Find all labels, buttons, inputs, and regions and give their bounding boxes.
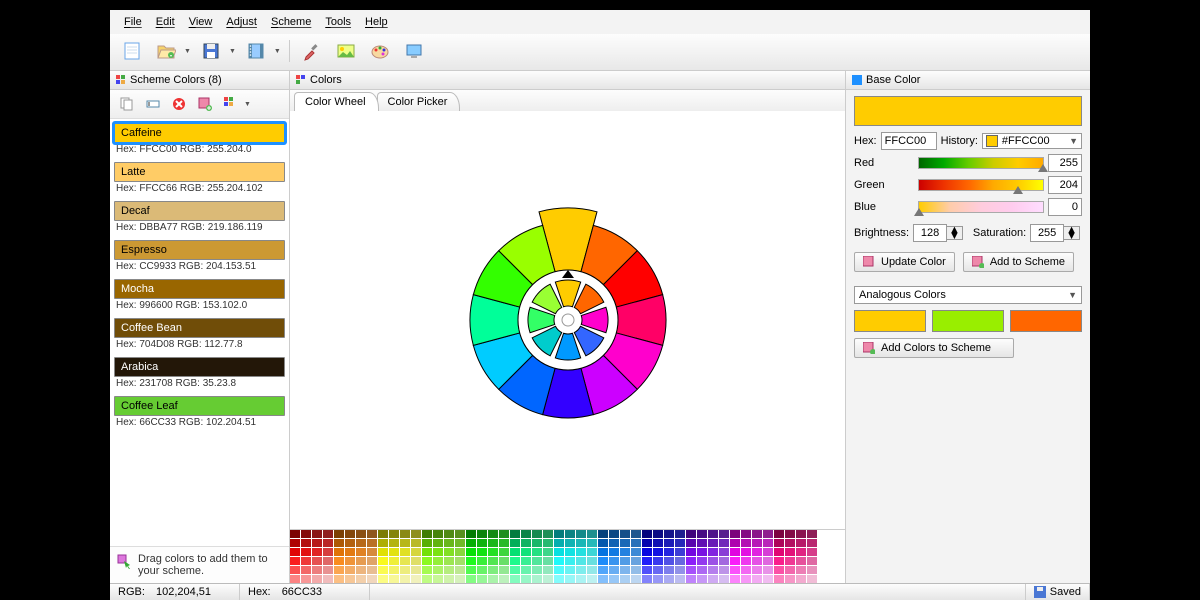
drag-icon — [116, 553, 132, 569]
open-dropdown-icon[interactable]: ▼ — [184, 48, 191, 55]
section-scheme-colors: Scheme Colors (8) — [110, 71, 290, 89]
app-window: FileEditViewAdjustSchemeToolsHelp ▼ ▼ ▼ … — [100, 0, 1100, 600]
status-saved: Saved — [1026, 584, 1090, 600]
menu-help[interactable]: Help — [359, 14, 394, 30]
drag-hint-text: Drag colors to add them to your scheme. — [138, 553, 283, 577]
status-rgb: RGB: 102,204,51 — [110, 584, 240, 600]
history-value: #FFCC00 — [1002, 135, 1050, 147]
blue-value[interactable] — [1048, 198, 1082, 216]
main-toolbar: ▼ ▼ ▼ — [110, 34, 1090, 71]
tab-color-picker[interactable]: Color Picker — [377, 92, 461, 111]
section-colors: Colors — [290, 71, 846, 89]
scheme-swatch[interactable]: DecafHex: DBBA77 RGB: 219.186.119 — [114, 201, 285, 237]
history-label: History: — [941, 135, 978, 147]
menu-tools[interactable]: Tools — [319, 14, 357, 30]
swatch-add-icon — [972, 256, 984, 268]
analogous-swatch[interactable] — [932, 310, 1004, 332]
view-mode-dropdown-icon[interactable]: ▼ — [244, 101, 251, 108]
red-label: Red — [854, 157, 914, 169]
new-file-button[interactable] — [118, 38, 146, 64]
history-select[interactable]: #FFCC00 ▼ — [982, 133, 1082, 149]
scheme-list[interactable]: CaffeineHex: FFCC00 RGB: 255.204.0LatteH… — [110, 119, 289, 546]
view-mode-button[interactable] — [220, 94, 242, 114]
section-headers: Scheme Colors (8) Colors Base Color — [110, 71, 1090, 90]
menu-adjust[interactable]: Adjust — [220, 14, 263, 30]
saturation-spinner[interactable]: ▲▼ — [1030, 224, 1080, 242]
film-button[interactable] — [242, 38, 270, 64]
scheme-toolbar: ▼ — [110, 90, 289, 119]
add-colors-to-scheme-button[interactable]: Add Colors to Scheme — [854, 338, 1014, 358]
color-palette[interactable] — [290, 529, 845, 583]
saturation-label: Saturation: — [973, 227, 1026, 239]
monitor-button[interactable] — [400, 38, 428, 64]
status-spacer — [370, 584, 1026, 600]
scheme-swatch[interactable]: MochaHex: 996600 RGB: 153.102.0 — [114, 279, 285, 315]
blue-label: Blue — [854, 201, 914, 213]
menu-bar: FileEditViewAdjustSchemeToolsHelp — [110, 10, 1090, 34]
red-value[interactable] — [1048, 154, 1082, 172]
scheme-type-select[interactable]: Analogous Colors ▼ — [854, 286, 1082, 304]
save-icon — [1034, 586, 1046, 598]
color-tabs: Color Wheel Color Picker — [290, 90, 845, 111]
colors-icon — [296, 75, 306, 85]
history-swatch-icon — [986, 135, 998, 147]
analogous-swatch[interactable] — [1010, 310, 1082, 332]
main-area: ▼ CaffeineHex: FFCC00 RGB: 255.204.0Latt… — [110, 90, 1090, 583]
color-wheel[interactable] — [290, 111, 845, 529]
scheme-swatch[interactable]: ArabicaHex: 231708 RGB: 35.23.8 — [114, 357, 285, 393]
status-hex: Hex: 66CC33 — [240, 584, 370, 600]
palette-button[interactable] — [366, 38, 394, 64]
menu-scheme[interactable]: Scheme — [265, 14, 317, 30]
film-dropdown-icon[interactable]: ▼ — [274, 48, 281, 55]
analogous-swatch[interactable] — [854, 310, 926, 332]
rename-button[interactable] — [142, 94, 164, 114]
scheme-swatch[interactable]: Coffee LeafHex: 66CC33 RGB: 102.204.51 — [114, 396, 285, 432]
hex-input[interactable] — [881, 132, 937, 150]
green-value[interactable] — [1048, 176, 1082, 194]
hex-label: Hex: — [854, 135, 877, 147]
save-dropdown-icon[interactable]: ▼ — [229, 48, 236, 55]
tab-color-wheel[interactable]: Color Wheel — [294, 92, 379, 111]
base-color-panel: Hex: History: #FFCC00 ▼ Red Green Blue — [846, 90, 1090, 583]
base-swatch — [854, 96, 1082, 126]
section-base-color: Base Color — [846, 71, 1090, 89]
scheme-swatch[interactable]: EspressoHex: CC9933 RGB: 204.153.51 — [114, 240, 285, 276]
section-colors-label: Colors — [310, 74, 342, 86]
drag-hint: Drag colors to add them to your scheme. — [110, 546, 289, 583]
section-base-label: Base Color — [866, 74, 920, 86]
chevron-down-icon: ▼ — [1069, 136, 1078, 146]
green-slider[interactable] — [918, 179, 1044, 191]
add-to-scheme-button[interactable]: Add to Scheme — [963, 252, 1074, 272]
section-scheme-label: Scheme Colors (8) — [130, 74, 222, 86]
color-panel: Color Wheel Color Picker — [290, 90, 846, 583]
red-slider[interactable] — [918, 157, 1044, 169]
open-file-button[interactable] — [152, 38, 180, 64]
save-button[interactable] — [197, 38, 225, 64]
menu-file[interactable]: File — [118, 14, 148, 30]
eyedropper-button[interactable] — [298, 38, 326, 64]
copy-button[interactable] — [116, 94, 138, 114]
delete-button[interactable] — [168, 94, 190, 114]
wheel-area — [290, 111, 845, 583]
grid-icon — [116, 75, 126, 85]
image-button[interactable] — [332, 38, 360, 64]
update-color-button[interactable]: Update Color — [854, 252, 955, 272]
green-label: Green — [854, 179, 914, 191]
swatch-plus-icon — [863, 256, 875, 268]
scheme-swatch[interactable]: CaffeineHex: FFCC00 RGB: 255.204.0 — [114, 123, 285, 159]
chevron-down-icon: ▼ — [1068, 290, 1077, 300]
scheme-swatch[interactable]: LatteHex: FFCC66 RGB: 255.204.102 — [114, 162, 285, 198]
scheme-panel: ▼ CaffeineHex: FFCC00 RGB: 255.204.0Latt… — [110, 90, 290, 583]
swatch-add-icon — [863, 342, 875, 354]
square-icon — [852, 75, 862, 85]
scheme-swatch[interactable]: Coffee BeanHex: 704D08 RGB: 112.77.8 — [114, 318, 285, 354]
menu-view[interactable]: View — [183, 14, 219, 30]
status-bar: RGB: 102,204,51 Hex: 66CC33 Saved — [110, 583, 1090, 600]
brightness-label: Brightness: — [854, 227, 909, 239]
brightness-spinner[interactable]: ▲▼ — [913, 224, 963, 242]
add-swatch-button[interactable] — [194, 94, 216, 114]
analogous-swatches — [854, 310, 1082, 332]
menu-edit[interactable]: Edit — [150, 14, 181, 30]
blue-slider[interactable] — [918, 201, 1044, 213]
